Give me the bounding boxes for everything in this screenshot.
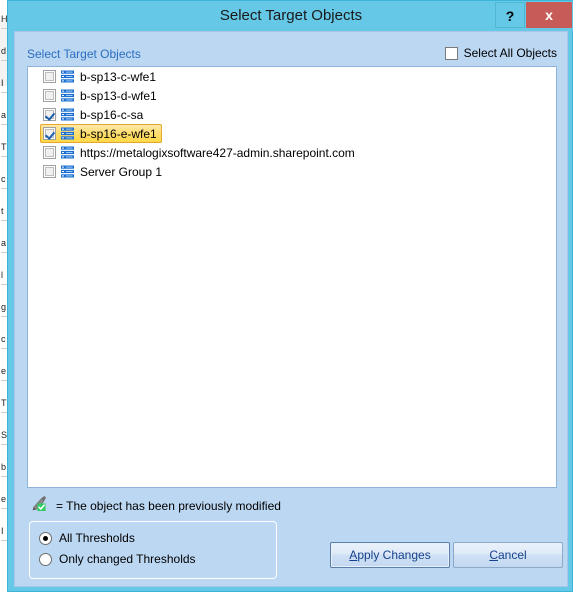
list-item-checkbox[interactable] bbox=[43, 146, 56, 159]
list-item-label: b-sp13-d-wfe1 bbox=[80, 88, 157, 103]
list-item-label: Server Group 1 bbox=[80, 164, 163, 179]
background-text-fragment: c bbox=[1, 334, 6, 344]
list-item-content[interactable]: https://metalogixsoftware427-admin.share… bbox=[40, 143, 360, 162]
dialog-title: Select Target Objects bbox=[219, 7, 363, 24]
background-text-fragment: e bbox=[1, 494, 7, 504]
server-icon bbox=[60, 145, 80, 160]
list-item-checkbox[interactable] bbox=[43, 108, 56, 121]
list-item[interactable]: b-sp16-e-wfe1 bbox=[28, 124, 556, 143]
list-item-label: b-sp16-c-sa bbox=[80, 107, 144, 122]
radio-only-changed-thresholds-label: Only changed Thresholds bbox=[59, 552, 196, 566]
group-label: Select Target Objects bbox=[27, 47, 141, 61]
list-item-checkbox[interactable] bbox=[43, 89, 56, 102]
list-item-content[interactable]: b-sp13-c-wfe1 bbox=[40, 67, 161, 86]
list-item[interactable]: https://metalogixsoftware427-admin.share… bbox=[28, 143, 556, 162]
select-all-objects-checkbox[interactable]: Select All Objects bbox=[444, 46, 557, 60]
radio-only-changed-thresholds-dot[interactable] bbox=[39, 552, 52, 566]
background-text-fragment: g bbox=[1, 302, 7, 312]
close-button[interactable]: x bbox=[526, 2, 572, 28]
list-item-content[interactable]: b-sp16-e-wfe1 bbox=[40, 124, 162, 143]
server-icon bbox=[61, 70, 74, 83]
legend-text: = The object has been previously modifie… bbox=[56, 498, 281, 513]
background-text-fragment: b bbox=[1, 462, 7, 472]
dialog-titlebar: Select Target Objects ? x bbox=[8, 1, 573, 31]
list-item-checkbox[interactable] bbox=[43, 127, 56, 140]
background-text-fragment: t bbox=[1, 206, 4, 216]
cancel-label-rest: ancel bbox=[497, 548, 527, 562]
radio-all-thresholds-dot[interactable] bbox=[39, 531, 52, 545]
server-icon bbox=[60, 88, 80, 103]
apply-changes-button[interactable]: Apply Changes bbox=[330, 542, 450, 568]
background-text-fragment: a bbox=[1, 110, 7, 120]
list-item-content[interactable]: b-sp13-d-wfe1 bbox=[40, 86, 162, 105]
server-icon bbox=[61, 146, 74, 159]
list-item[interactable]: Server Group 1 bbox=[28, 162, 556, 181]
list-item-label: b-sp16-e-wfe1 bbox=[80, 126, 157, 141]
threshold-options-group: All Thresholds Only changed Thresholds bbox=[29, 521, 277, 579]
background-text-fragment: T bbox=[1, 142, 7, 152]
legend: = The object has been previously modifie… bbox=[31, 495, 281, 516]
list-item-label: https://metalogixsoftware427-admin.share… bbox=[80, 145, 355, 160]
apply-label-rest: pply Changes bbox=[357, 548, 431, 562]
server-icon bbox=[61, 165, 74, 178]
select-all-objects-label: Select All Objects bbox=[463, 46, 557, 60]
list-item-checkbox[interactable] bbox=[43, 165, 56, 178]
radio-all-thresholds-label: All Thresholds bbox=[59, 531, 135, 545]
background-text-fragment: T bbox=[1, 398, 7, 408]
list-item-content[interactable]: b-sp16-c-sa bbox=[40, 105, 148, 124]
server-icon bbox=[61, 127, 74, 140]
cancel-button[interactable]: Cancel bbox=[453, 542, 563, 568]
server-icon bbox=[61, 89, 74, 102]
server-icon bbox=[60, 164, 80, 179]
background-text-fragment: e bbox=[1, 366, 7, 376]
help-button[interactable]: ? bbox=[495, 2, 525, 28]
cancel-accel: C bbox=[489, 548, 498, 562]
background-text-fragment: I bbox=[1, 526, 4, 536]
server-icon bbox=[61, 108, 74, 121]
server-icon bbox=[60, 107, 80, 122]
target-objects-list[interactable]: b-sp13-c-wfe1 b-sp13-d-wfe1 b-sp16-c-sa b-s… bbox=[27, 66, 557, 488]
background-text-fragment: d bbox=[1, 46, 7, 56]
background-text-fragment: I bbox=[1, 78, 4, 88]
background-text-fragment: a bbox=[1, 238, 7, 248]
select-target-objects-dialog: Select Target Objects ? x Select Target … bbox=[7, 0, 573, 592]
list-item[interactable]: b-sp13-d-wfe1 bbox=[28, 86, 556, 105]
list-item-content[interactable]: Server Group 1 bbox=[40, 162, 167, 181]
select-all-checkbox-box[interactable] bbox=[444, 46, 458, 60]
background-text-fragment: l bbox=[1, 270, 3, 280]
list-item-checkbox[interactable] bbox=[43, 70, 56, 83]
list-item[interactable]: b-sp16-c-sa bbox=[28, 105, 556, 124]
list-item-label: b-sp13-c-wfe1 bbox=[80, 69, 157, 84]
list-item[interactable]: b-sp13-c-wfe1 bbox=[28, 67, 556, 86]
radio-only-changed-thresholds[interactable]: Only changed Thresholds bbox=[39, 552, 196, 566]
dialog-body: Select Target Objects Select All Objects… bbox=[14, 31, 568, 587]
server-icon bbox=[60, 69, 80, 84]
pencil-modified-icon bbox=[31, 495, 49, 516]
radio-all-thresholds[interactable]: All Thresholds bbox=[39, 531, 135, 545]
server-icon bbox=[60, 126, 80, 141]
background-text-fragment: c bbox=[1, 174, 6, 184]
